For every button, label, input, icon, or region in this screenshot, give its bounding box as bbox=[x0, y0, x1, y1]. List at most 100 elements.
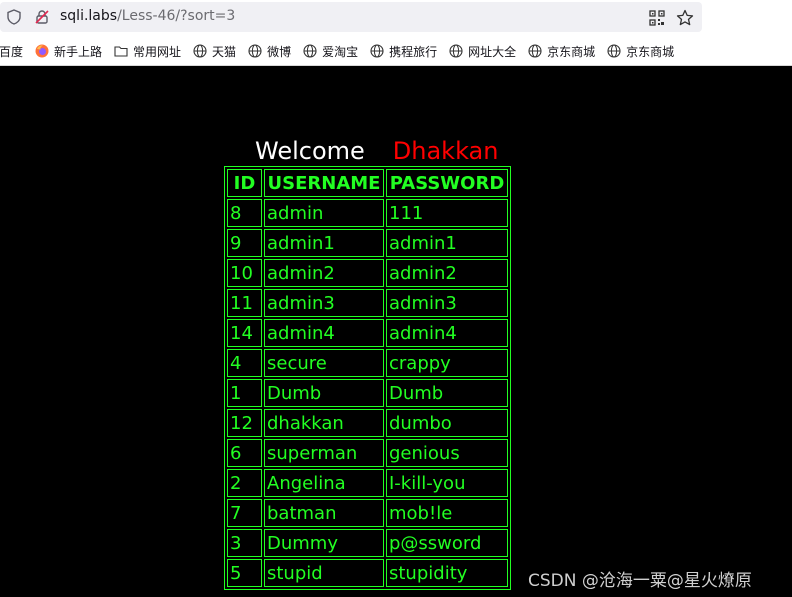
welcome-text: Welcome bbox=[255, 137, 365, 165]
globe-icon bbox=[528, 44, 542, 58]
cell-id: 8 bbox=[227, 199, 262, 227]
cell-id: 14 bbox=[227, 319, 262, 347]
url-text[interactable]: sqli.labs/Less-46/?sort=3 bbox=[60, 8, 235, 24]
cell-username: Dummy bbox=[264, 529, 384, 557]
cell-password: admin1 bbox=[386, 229, 508, 257]
bookmark-star-icon[interactable] bbox=[676, 9, 694, 27]
table-row: 14 admin4 admin4 bbox=[227, 319, 508, 347]
table-row: 1 Dumb Dumb bbox=[227, 379, 508, 407]
cell-id: 2 bbox=[227, 469, 262, 497]
table-row: 12 dhakkan dumbo bbox=[227, 409, 508, 437]
cell-id: 6 bbox=[227, 439, 262, 467]
browser-chrome: sqli.labs/Less-46/?sort=3 百度 新手上路 常用网址 天… bbox=[0, 0, 792, 66]
cell-password: genious bbox=[386, 439, 508, 467]
table-row: 11 admin3 admin3 bbox=[227, 289, 508, 317]
table-row: 4 secure crappy bbox=[227, 349, 508, 377]
globe-icon bbox=[449, 44, 463, 58]
table-row: 5 stupid stupidity bbox=[227, 559, 508, 587]
user-name: Dhakkan bbox=[392, 137, 499, 165]
bookmark-label: 携程旅行 bbox=[389, 44, 438, 59]
bookmarks-toolbar: 百度 新手上路 常用网址 天猫 微博 爱淘宝 携程旅行 网址大全 京东商城 京东… bbox=[0, 40, 792, 62]
cell-username: dhakkan bbox=[264, 409, 384, 437]
cell-password: admin3 bbox=[386, 289, 508, 317]
globe-icon bbox=[248, 44, 262, 58]
table-row: 8 admin 111 bbox=[227, 199, 508, 227]
bookmark-label: 爱淘宝 bbox=[322, 44, 359, 59]
globe-icon bbox=[303, 44, 317, 58]
cell-password: crappy bbox=[386, 349, 508, 377]
cell-password: dumbo bbox=[386, 409, 508, 437]
globe-icon bbox=[607, 44, 621, 58]
cell-id: 1 bbox=[227, 379, 262, 407]
bookmark-label: 京东商城 bbox=[626, 44, 675, 59]
cell-password: stupidity bbox=[386, 559, 508, 587]
url-path: /Less-46/?sort=3 bbox=[117, 8, 236, 24]
cell-id: 3 bbox=[227, 529, 262, 557]
table-row: 6 superman genious bbox=[227, 439, 508, 467]
cell-username: secure bbox=[264, 349, 384, 377]
cell-username: Dumb bbox=[264, 379, 384, 407]
table-row: 2 Angelina I-kill-you bbox=[227, 469, 508, 497]
bookmark-item[interactable]: 携程旅行 bbox=[370, 40, 437, 62]
bookmark-label: 百度 bbox=[0, 44, 24, 59]
bookmark-item[interactable]: 爱淘宝 bbox=[303, 40, 358, 62]
address-bar[interactable]: sqli.labs/Less-46/?sort=3 bbox=[0, 2, 702, 32]
table-row: 10 admin2 admin2 bbox=[227, 259, 508, 287]
insecure-lock-icon[interactable] bbox=[34, 9, 50, 25]
bookmark-item[interactable]: 网址大全 bbox=[449, 40, 516, 62]
table-header-row: ID USERNAME PASSWORD bbox=[227, 169, 508, 197]
cell-password: admin2 bbox=[386, 259, 508, 287]
table-row: 7 batman mob!le bbox=[227, 499, 508, 527]
cell-id: 9 bbox=[227, 229, 262, 257]
cell-password: p@ssword bbox=[386, 529, 508, 557]
cell-password: mob!le bbox=[386, 499, 508, 527]
cell-username: superman bbox=[264, 439, 384, 467]
results-table: ID USERNAME PASSWORD 8 admin 111 9 admin1 ad… bbox=[224, 166, 511, 590]
cell-password: admin4 bbox=[386, 319, 508, 347]
globe-icon bbox=[370, 44, 384, 58]
bookmark-label: 常用网址 bbox=[133, 44, 182, 59]
bookmark-label: 新手上路 bbox=[54, 44, 103, 59]
bookmark-label: 天猫 bbox=[212, 44, 237, 59]
cell-password: 111 bbox=[386, 199, 508, 227]
cell-id: 5 bbox=[227, 559, 262, 587]
url-host: sqli.labs bbox=[60, 8, 118, 24]
header-password: PASSWORD bbox=[386, 169, 508, 197]
watermark: CSDN @沧海一粟@星火燎原 bbox=[528, 571, 752, 591]
cell-username: admin bbox=[264, 199, 384, 227]
shield-icon[interactable] bbox=[6, 9, 22, 25]
bookmark-item[interactable]: 京东商城 bbox=[528, 40, 595, 62]
firefox-icon bbox=[35, 44, 49, 58]
cell-username: batman bbox=[264, 499, 384, 527]
bookmark-item[interactable]: 常用网址 bbox=[114, 40, 181, 62]
bookmark-item[interactable]: 天猫 bbox=[193, 40, 236, 62]
bookmark-item[interactable]: 微博 bbox=[248, 40, 291, 62]
cell-id: 7 bbox=[227, 499, 262, 527]
bookmark-label: 微博 bbox=[267, 44, 292, 59]
folder-icon bbox=[114, 46, 128, 57]
header-username: USERNAME bbox=[264, 169, 384, 197]
cell-id: 10 bbox=[227, 259, 262, 287]
cell-username: admin3 bbox=[264, 289, 384, 317]
cell-username: admin4 bbox=[264, 319, 384, 347]
cell-id: 4 bbox=[227, 349, 262, 377]
bookmark-item[interactable]: 新手上路 bbox=[35, 40, 102, 62]
qr-code-icon[interactable] bbox=[649, 10, 665, 26]
globe-icon bbox=[193, 44, 207, 58]
cell-username: stupid bbox=[264, 559, 384, 587]
cell-password: I-kill-you bbox=[386, 469, 508, 497]
bookmark-label: 网址大全 bbox=[468, 44, 517, 59]
bookmark-item[interactable]: 京东商城 bbox=[607, 40, 674, 62]
table-row: 3 Dummy p@ssword bbox=[227, 529, 508, 557]
bookmark-item[interactable]: 百度 bbox=[0, 40, 23, 62]
cell-username: Angelina bbox=[264, 469, 384, 497]
bookmark-label: 京东商城 bbox=[547, 44, 596, 59]
table-row: 9 admin1 admin1 bbox=[227, 229, 508, 257]
cell-username: admin2 bbox=[264, 259, 384, 287]
cell-id: 11 bbox=[227, 289, 262, 317]
header-id: ID bbox=[227, 169, 262, 197]
cell-password: Dumb bbox=[386, 379, 508, 407]
cell-username: admin1 bbox=[264, 229, 384, 257]
welcome-heading: Welcome Dhakkan bbox=[255, 137, 498, 165]
cell-id: 12 bbox=[227, 409, 262, 437]
